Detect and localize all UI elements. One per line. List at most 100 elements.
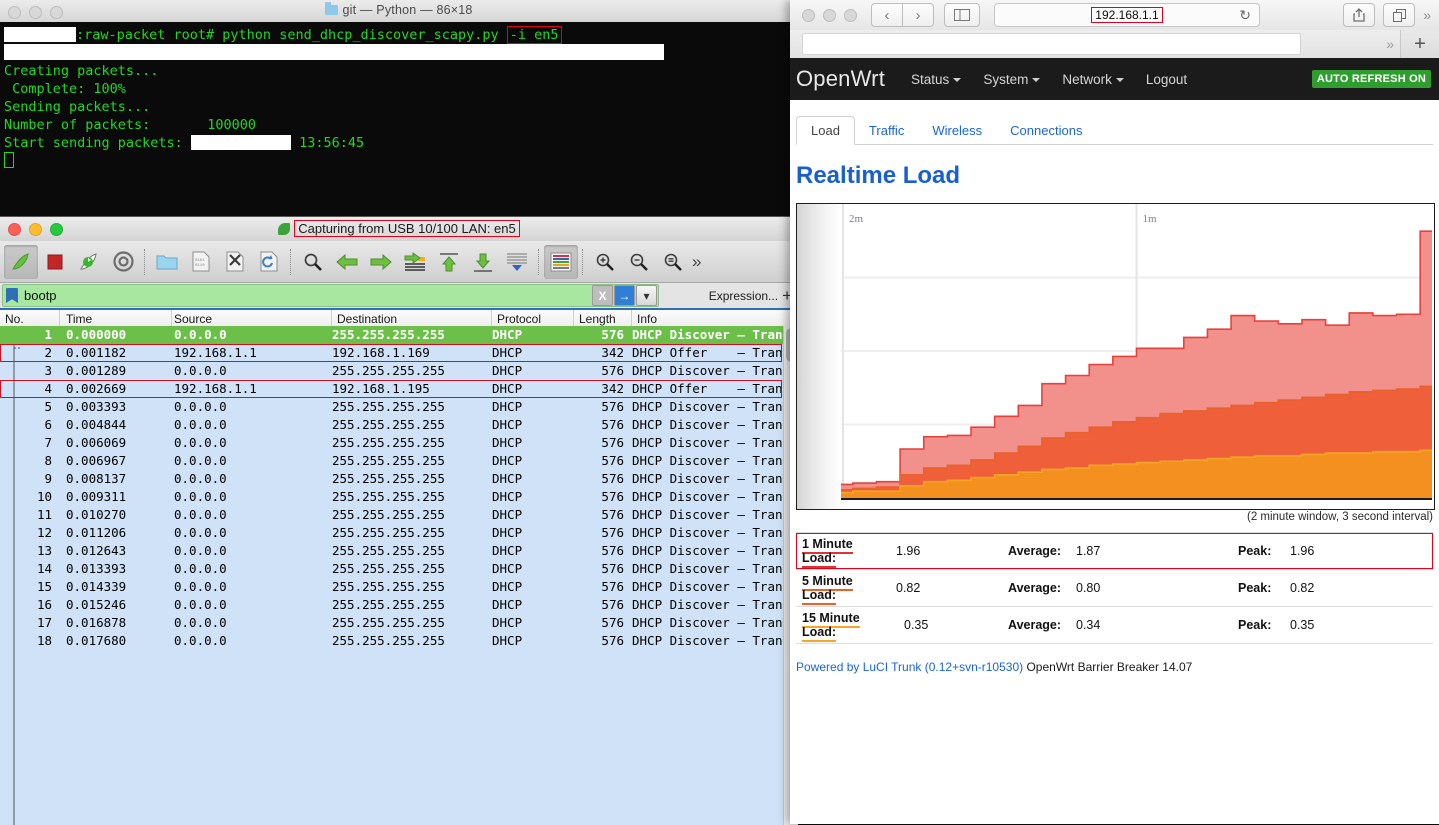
filter-apply-button[interactable]: → xyxy=(614,285,635,306)
tab-traffic[interactable]: Traffic xyxy=(855,117,918,144)
cell-proto: DHCP xyxy=(492,470,574,488)
wireshark-titlebar[interactable]: Capturing from USB 10/100 LAN: en5 xyxy=(0,217,798,242)
table-row[interactable]: 150.0143390.0.0.0255.255.255.255DHCP576D… xyxy=(0,578,798,596)
browser-window-controls[interactable] xyxy=(802,9,857,22)
back-button[interactable]: ‹ xyxy=(871,3,903,27)
browser-close-button[interactable] xyxy=(802,9,815,22)
restart-capture-icon[interactable] xyxy=(72,245,106,279)
tab-load[interactable]: Load xyxy=(796,116,855,145)
zoom-out-icon[interactable] xyxy=(622,245,656,279)
cell-proto: DHCP xyxy=(492,542,574,560)
terminal-output[interactable]: :raw-packet root# python send_dhcp_disco… xyxy=(0,22,798,218)
table-row[interactable]: 180.0176800.0.0.0255.255.255.255DHCP576D… xyxy=(0,632,798,650)
go-to-first-icon[interactable] xyxy=(432,245,466,279)
nav-item-status-label: Status xyxy=(911,72,949,87)
browser-zoom-button[interactable] xyxy=(844,9,857,22)
stop-capture-icon[interactable] xyxy=(38,245,72,279)
cell-len: 576 xyxy=(574,560,632,578)
go-forward-icon[interactable] xyxy=(364,245,398,279)
nav-item-status[interactable]: Status xyxy=(911,72,961,87)
address-bar[interactable]: 192.168.1.1 ↻ xyxy=(994,3,1260,27)
table-row[interactable]: 10.0000000.0.0.0255.255.255.255DHCP576DH… xyxy=(0,326,798,344)
display-filter-value[interactable]: bootp xyxy=(24,288,57,303)
packet-list[interactable]: 10.0000000.0.0.0255.255.255.255DHCP576DH… xyxy=(0,326,798,825)
browser-tab-bar[interactable]: » + xyxy=(790,30,1439,59)
colorize-icon[interactable] xyxy=(544,245,578,279)
table-row[interactable]: 60.0048440.0.0.0255.255.255.255DHCP576DH… xyxy=(0,416,798,434)
browser-nav-group[interactable]: ‹ › xyxy=(871,3,934,27)
svg-text:0101: 0101 xyxy=(195,259,205,263)
filter-dropdown-button[interactable]: ▾ xyxy=(636,285,657,306)
luci-footer-link[interactable]: Powered by LuCI Trunk (0.12+svn-r10530) xyxy=(796,660,1023,674)
filter-expression-button[interactable]: Expression... xyxy=(709,289,778,303)
tab-connections[interactable]: Connections xyxy=(996,117,1096,144)
sidebar-icon[interactable] xyxy=(944,3,980,27)
terminal-titlebar[interactable]: git — Python — 86×18 xyxy=(0,0,798,23)
table-row[interactable]: 170.0168780.0.0.0255.255.255.255DHCP576D… xyxy=(0,614,798,632)
filter-clear-button[interactable]: X xyxy=(592,285,613,306)
browser-toolbar[interactable]: ‹ › 192.168.1.1 ↻ » xyxy=(790,0,1439,31)
filter-bookmark-icon[interactable] xyxy=(6,288,18,303)
table-row[interactable]: 120.0112060.0.0.0255.255.255.255DHCP576D… xyxy=(0,524,798,542)
nav-item-logout[interactable]: Logout xyxy=(1146,72,1187,87)
cell-len: 576 xyxy=(574,542,632,560)
table-row[interactable]: 140.0133930.0.0.0255.255.255.255DHCP576D… xyxy=(0,560,798,578)
capture-options-icon[interactable] xyxy=(106,245,140,279)
table-row[interactable]: 20.001182192.168.1.1192.168.1.169DHCP342… xyxy=(0,344,798,362)
tab-overflow-icon[interactable]: » xyxy=(1386,36,1400,52)
zoom-reset-icon[interactable] xyxy=(656,245,690,279)
save-file-icon[interactable]: 01010110 xyxy=(184,245,218,279)
table-row[interactable]: 110.0102700.0.0.0255.255.255.255DHCP576D… xyxy=(0,506,798,524)
toolbar-overflow-button[interactable]: » xyxy=(692,252,701,272)
table-row[interactable]: 50.0033930.0.0.0255.255.255.255DHCP576DH… xyxy=(0,398,798,416)
wireshark-toolbar[interactable]: 01010110 xyxy=(0,241,798,283)
table-row[interactable]: 40.002669192.168.1.1192.168.1.195DHCP342… xyxy=(0,380,798,398)
table-row[interactable]: 80.0069670.0.0.0255.255.255.255DHCP576DH… xyxy=(0,452,798,470)
auto-scroll-icon[interactable] xyxy=(500,245,534,279)
auto-refresh-badge[interactable]: AUTO REFRESH ON xyxy=(1312,70,1431,88)
display-filter-input[interactable]: bootp X → ▾ xyxy=(2,284,659,307)
share-icon[interactable] xyxy=(1343,3,1375,27)
browser-window[interactable]: ‹ › 192.168.1.1 ↻ » » + OpenWrt Status S xyxy=(790,0,1439,824)
table-row[interactable]: 30.0012890.0.0.0255.255.255.255DHCP576DH… xyxy=(0,362,798,380)
load-row-average-label-5m: Average: xyxy=(1008,581,1068,595)
cell-proto: DHCP xyxy=(492,452,574,470)
show-tabs-icon[interactable] xyxy=(1383,3,1415,27)
nav-item-system[interactable]: System xyxy=(983,72,1040,87)
nav-item-network[interactable]: Network xyxy=(1062,72,1124,87)
new-tab-button[interactable]: + xyxy=(1400,30,1439,58)
tab-wireless[interactable]: Wireless xyxy=(918,117,996,144)
openwrt-tab-strip[interactable]: Load Traffic Wireless Connections xyxy=(796,114,1433,145)
start-capture-icon[interactable] xyxy=(4,245,38,279)
address-bar-url[interactable]: 192.168.1.1 xyxy=(1091,7,1162,23)
cell-info: DHCP Discover — Tran xyxy=(632,488,798,506)
go-to-packet-icon[interactable] xyxy=(398,245,432,279)
go-to-last-icon[interactable] xyxy=(466,245,500,279)
go-back-icon[interactable] xyxy=(330,245,364,279)
cell-dst: 255.255.255.255 xyxy=(332,488,492,506)
terminal-window[interactable]: git — Python — 86×18 :raw-packet root# p… xyxy=(0,0,798,218)
cell-proto: DHCP xyxy=(492,596,574,614)
table-row[interactable]: 100.0093110.0.0.0255.255.255.255DHCP576D… xyxy=(0,488,798,506)
table-row[interactable]: 160.0152460.0.0.0255.255.255.255DHCP576D… xyxy=(0,596,798,614)
reload-file-icon[interactable] xyxy=(252,245,286,279)
load-row-value-1m: 1.96 xyxy=(888,544,1008,558)
openwrt-nav[interactable]: Status System Network Logout xyxy=(911,72,1187,87)
table-row[interactable]: 90.0081370.0.0.0255.255.255.255DHCP576DH… xyxy=(0,470,798,488)
wireshark-filter-bar[interactable]: bootp X → ▾ Expression... + xyxy=(0,283,798,308)
close-file-icon[interactable] xyxy=(218,245,252,279)
cell-time: 0.016878 xyxy=(60,614,172,632)
reload-icon[interactable]: ↻ xyxy=(1239,7,1251,24)
browser-tab[interactable] xyxy=(802,33,1301,55)
cell-time: 0.006069 xyxy=(60,434,172,452)
table-row[interactable]: 130.0126430.0.0.0255.255.255.255DHCP576D… xyxy=(0,542,798,560)
browser-minimize-button[interactable] xyxy=(823,9,836,22)
load-row-label-5m-text: 5 Minute Load: xyxy=(802,574,853,605)
open-file-icon[interactable] xyxy=(150,245,184,279)
find-packet-icon[interactable] xyxy=(296,245,330,279)
table-row[interactable]: 70.0060690.0.0.0255.255.255.255DHCP576DH… xyxy=(0,434,798,452)
wireshark-window[interactable]: Capturing from USB 10/100 LAN: en5 01010… xyxy=(0,216,798,825)
toolbar-overflow-icon[interactable]: » xyxy=(1423,7,1431,23)
zoom-in-icon[interactable] xyxy=(588,245,622,279)
forward-button[interactable]: › xyxy=(903,3,934,27)
